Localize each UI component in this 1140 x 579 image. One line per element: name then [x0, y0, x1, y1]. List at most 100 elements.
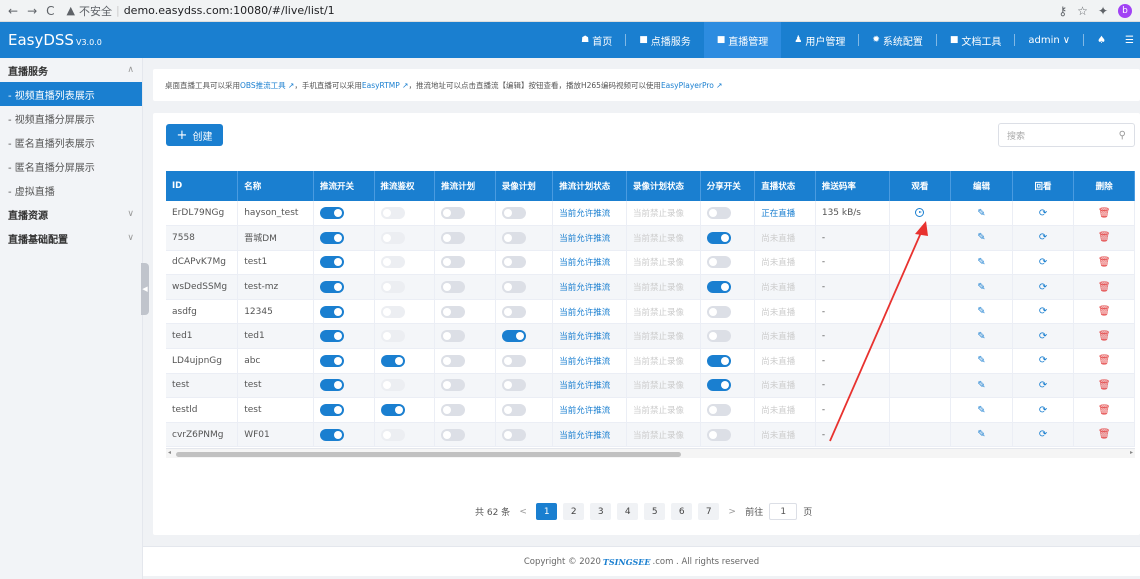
push-switch-toggle[interactable] — [319, 231, 344, 244]
record-plan-toggle[interactable] — [501, 231, 526, 244]
search-icon[interactable]: ⚲ — [1119, 130, 1126, 141]
push-auth-toggle[interactable] — [380, 305, 405, 318]
page-button[interactable]: 2 — [563, 503, 585, 520]
delete-icon[interactable]: 🗑 — [1098, 232, 1111, 243]
replay-icon[interactable]: ⟳ — [1039, 380, 1047, 391]
push-auth-toggle[interactable] — [380, 330, 405, 343]
push-switch-toggle[interactable] — [319, 404, 344, 417]
menu-item-1[interactable]: ■ 点播服务 — [626, 22, 704, 58]
record-plan-toggle[interactable] — [501, 379, 526, 392]
key-icon[interactable]: ⚷ — [1058, 4, 1067, 18]
reload-icon[interactable]: C — [46, 4, 54, 18]
sidebar-item[interactable]: - 匿名直播列表展示 — [0, 130, 142, 154]
edit-icon[interactable]: ✎ — [977, 232, 985, 243]
star-icon[interactable]: ☆ — [1077, 4, 1088, 18]
hamburger-icon[interactable]: ☰ — [1119, 22, 1140, 58]
delete-icon[interactable]: 🗑 — [1098, 429, 1111, 440]
replay-icon[interactable]: ⟳ — [1039, 355, 1047, 366]
sidebar-collapse-handle[interactable]: ◀ — [141, 263, 149, 315]
menu-item-3[interactable]: ♟ 用户管理 — [781, 22, 858, 58]
menu-item-5[interactable]: ■ 文档工具 — [937, 22, 1015, 58]
edit-icon[interactable]: ✎ — [977, 306, 985, 317]
push-plan-toggle[interactable] — [441, 404, 466, 417]
sidebar-item[interactable]: - 视频直播列表展示 — [0, 82, 142, 106]
play-icon[interactable] — [915, 208, 925, 218]
push-auth-toggle[interactable] — [380, 281, 405, 294]
obs-tool-link[interactable]: OBS推流工具 ↗ — [240, 80, 294, 91]
share-switch-toggle[interactable] — [706, 281, 731, 294]
replay-icon[interactable]: ⟳ — [1039, 429, 1047, 440]
goto-page-input[interactable]: 1 — [769, 503, 798, 520]
edit-icon[interactable]: ✎ — [977, 405, 985, 416]
push-plan-toggle[interactable] — [441, 428, 466, 441]
bell-icon[interactable]: ♠ — [1084, 22, 1119, 58]
record-plan-toggle[interactable] — [501, 354, 526, 367]
profile-avatar[interactable]: b — [1118, 3, 1132, 18]
replay-icon[interactable]: ⟳ — [1039, 257, 1047, 268]
replay-icon[interactable]: ⟳ — [1039, 232, 1047, 243]
push-plan-toggle[interactable] — [441, 231, 466, 244]
push-switch-toggle[interactable] — [319, 379, 344, 392]
extensions-icon[interactable]: ✦ — [1098, 4, 1108, 18]
record-plan-toggle[interactable] — [501, 305, 526, 318]
menu-item-0[interactable]: ☗ 首页 — [568, 22, 625, 58]
share-switch-toggle[interactable] — [706, 256, 731, 269]
user-menu[interactable]: admin ∨ — [1015, 22, 1083, 58]
page-button[interactable]: 1 — [536, 503, 558, 520]
sidebar-item[interactable]: - 匿名直播分屏展示 — [0, 154, 142, 178]
scroll-right-icon[interactable]: ▸ — [1130, 449, 1133, 456]
page-button[interactable]: 6 — [671, 503, 693, 520]
scroll-left-icon[interactable]: ◂ — [168, 449, 171, 456]
record-plan-toggle[interactable] — [501, 330, 526, 343]
easyrtmp-link[interactable]: EasyRTMP ↗ — [362, 81, 409, 90]
brand-logo[interactable]: EasyDSS V3.0.0 — [0, 31, 143, 49]
push-plan-toggle[interactable] — [441, 379, 466, 392]
back-icon[interactable]: ← — [8, 4, 18, 18]
push-switch-toggle[interactable] — [319, 305, 344, 318]
share-switch-toggle[interactable] — [706, 207, 731, 220]
delete-icon[interactable]: 🗑 — [1098, 306, 1111, 317]
delete-icon[interactable]: 🗑 — [1098, 282, 1111, 293]
push-auth-toggle[interactable] — [380, 428, 405, 441]
delete-icon[interactable]: 🗑 — [1098, 380, 1111, 391]
record-plan-toggle[interactable] — [501, 207, 526, 220]
replay-icon[interactable]: ⟳ — [1039, 208, 1047, 219]
edit-icon[interactable]: ✎ — [977, 429, 985, 440]
page-button[interactable]: 7 — [698, 503, 720, 520]
url-text[interactable]: demo.easydss.com:10080/#/live/list/1 — [124, 4, 335, 17]
sidebar-item[interactable]: - 视频直播分屏展示 — [0, 106, 142, 130]
edit-icon[interactable]: ✎ — [977, 257, 985, 268]
delete-icon[interactable]: 🗑 — [1098, 257, 1111, 268]
delete-icon[interactable]: 🗑 — [1098, 355, 1111, 366]
share-switch-toggle[interactable] — [706, 379, 731, 392]
horizontal-scrollbar[interactable]: ◂ ▸ — [166, 448, 1135, 458]
delete-icon[interactable]: 🗑 — [1098, 331, 1111, 342]
share-switch-toggle[interactable] — [706, 354, 731, 367]
push-plan-toggle[interactable] — [441, 207, 466, 220]
push-switch-toggle[interactable] — [319, 207, 344, 220]
sidebar-group[interactable]: 直播服务 ∧ — [0, 58, 142, 82]
push-switch-toggle[interactable] — [319, 354, 344, 367]
push-switch-toggle[interactable] — [319, 330, 344, 343]
menu-item-2[interactable]: ■ 直播管理 — [703, 22, 782, 58]
record-plan-toggle[interactable] — [501, 256, 526, 269]
edit-icon[interactable]: ✎ — [977, 208, 985, 219]
record-plan-toggle[interactable] — [501, 281, 526, 294]
push-plan-toggle[interactable] — [441, 281, 466, 294]
easyplayerpro-link[interactable]: EasyPlayerPro ↗ — [661, 81, 723, 90]
push-switch-toggle[interactable] — [319, 281, 344, 294]
edit-icon[interactable]: ✎ — [977, 380, 985, 391]
share-switch-toggle[interactable] — [706, 305, 731, 318]
share-switch-toggle[interactable] — [706, 404, 731, 417]
page-button[interactable]: 5 — [644, 503, 666, 520]
prev-page-icon[interactable]: < — [516, 507, 530, 517]
sidebar-group[interactable]: 直播资源 ∨ — [0, 202, 142, 226]
share-switch-toggle[interactable] — [706, 428, 731, 441]
sidebar-group[interactable]: 直播基础配置 ∨ — [0, 226, 142, 250]
push-plan-toggle[interactable] — [441, 256, 466, 269]
push-auth-toggle[interactable] — [380, 379, 405, 392]
push-switch-toggle[interactable] — [319, 428, 344, 441]
sidebar-item[interactable]: - 虚拟直播 — [0, 178, 142, 202]
edit-icon[interactable]: ✎ — [977, 355, 985, 366]
push-auth-toggle[interactable] — [380, 354, 405, 367]
